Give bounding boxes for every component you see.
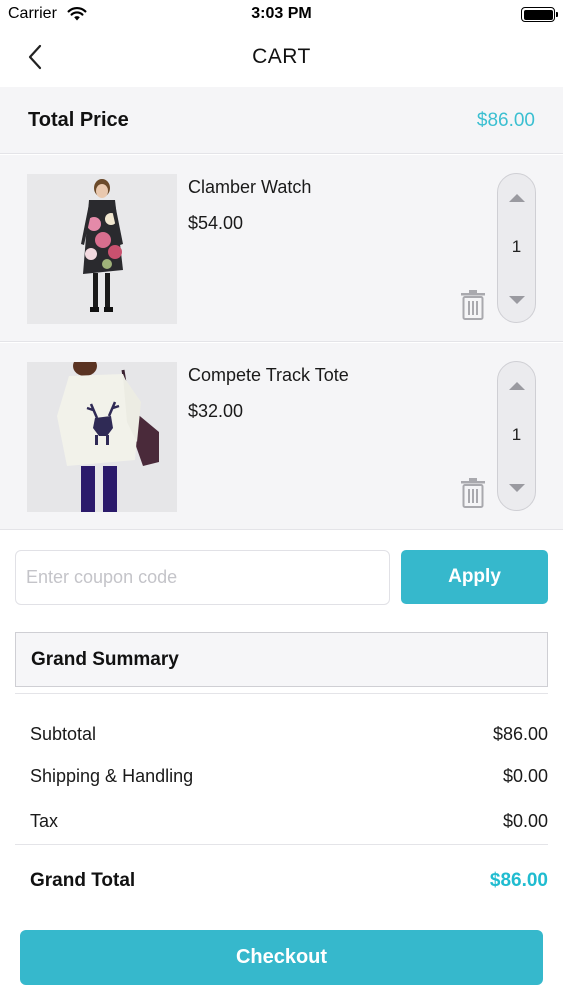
quantity-stepper: 1 [497,361,536,511]
product-price: $32.00 [188,401,244,421]
divider [15,693,548,694]
subtotal-label: Subtotal [30,724,97,744]
divider [15,844,548,845]
trash-icon [461,290,485,320]
shipping-value: $0.00 [502,766,548,786]
grand-summary-title: Grand Summary [31,649,179,670]
nav-bar: CART [0,30,563,87]
grand-total-label: Grand Total [30,870,136,891]
decrease-quantity-button[interactable] [498,290,535,312]
cart-item: Compete Track Tote $32.00 1 [0,343,563,530]
checkout-button[interactable]: Checkout [20,930,543,985]
apply-coupon-button[interactable]: Apply [401,550,548,604]
increase-quantity-button[interactable] [498,188,535,210]
status-bar: Carrier 3:03 PM [0,0,563,30]
tax-value: $0.00 [502,811,548,831]
product-image[interactable] [27,362,177,512]
cart-item: Clamber Watch $54.00 1 [0,155,563,342]
triangle-up-icon [508,382,525,390]
tax-label: Tax [30,811,59,831]
decrease-quantity-button[interactable] [498,478,535,500]
grand-total-value: $86.00 [489,870,548,891]
triangle-down-icon [508,296,525,304]
delete-button[interactable] [459,477,487,509]
quantity-value: 1 [511,237,522,256]
total-price-label: Total Price [28,109,129,131]
delete-button[interactable] [459,289,487,321]
product-name: Compete Track Tote [188,365,349,385]
shipping-label: Shipping & Handling [30,766,194,786]
total-price-bar: Total Price $86.00 [0,87,563,154]
trash-icon [461,478,485,508]
battery-icon [521,7,558,22]
status-time: 3:03 PM [251,5,312,22]
product-price: $54.00 [188,213,244,233]
quantity-value: 1 [511,425,522,444]
increase-quantity-button[interactable] [498,376,535,398]
page-title: CART [252,45,311,68]
grand-summary-header: Grand Summary [15,632,548,687]
triangle-down-icon [508,484,525,492]
coupon-code-input[interactable] [15,550,390,605]
product-image[interactable] [27,174,177,324]
triangle-up-icon [508,194,525,202]
total-price-value: $86.00 [476,110,535,131]
quantity-stepper: 1 [497,173,536,323]
product-name: Clamber Watch [188,177,312,197]
subtotal-value: $86.00 [492,724,548,744]
